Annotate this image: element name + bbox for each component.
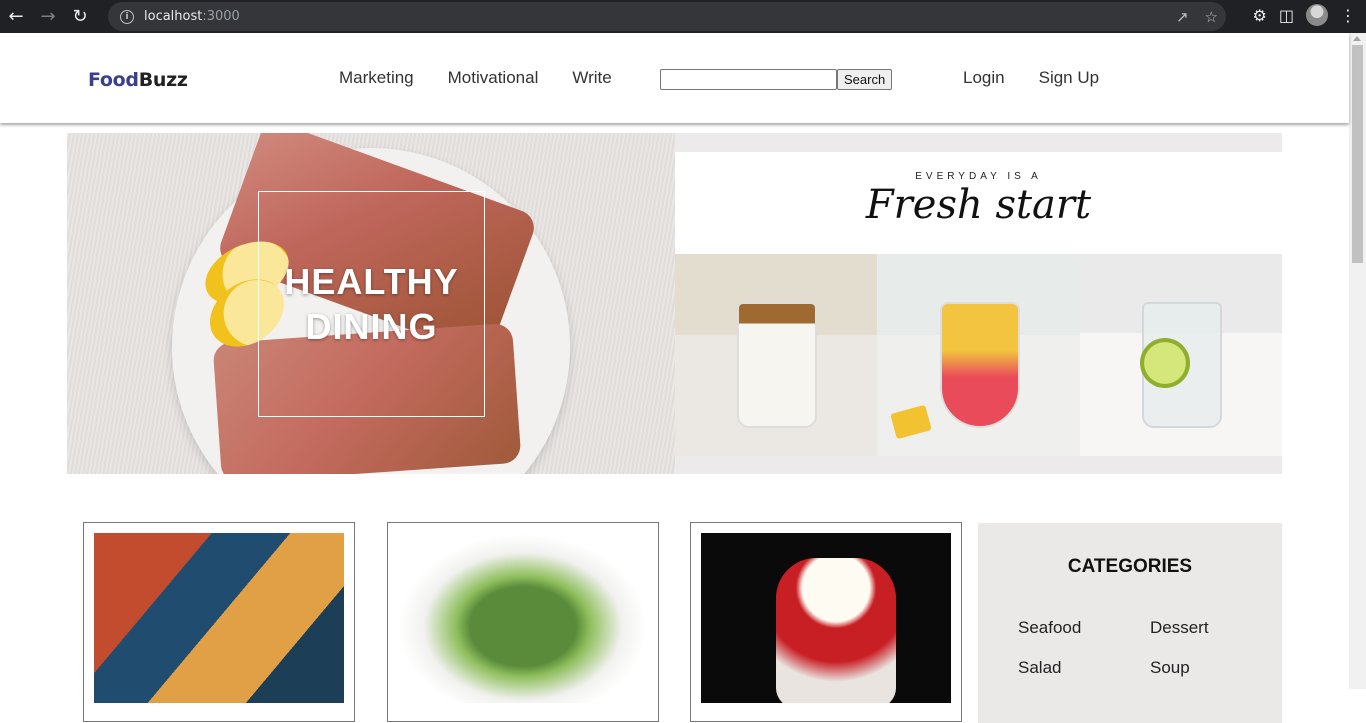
category-dessert[interactable]: Dessert xyxy=(1150,618,1209,638)
categories-title: CATEGORIES xyxy=(1067,556,1193,577)
site-info-icon[interactable]: i xyxy=(120,9,134,24)
url-port: :3000 xyxy=(202,9,240,24)
post-image-salad[interactable] xyxy=(398,533,648,703)
reload-icon[interactable]: ↻ xyxy=(64,0,96,33)
glass-image xyxy=(737,302,817,428)
scrollbar-thumb[interactable] xyxy=(1352,45,1363,263)
hero-title-box: HEALTHY DINING xyxy=(258,191,485,417)
site-header: FoodBuzz Marketing Motivational Write Se… xyxy=(0,33,1349,123)
share-icon[interactable]: ↗ xyxy=(1176,8,1189,26)
logo-food: Food xyxy=(88,69,139,91)
coffee-drink-image xyxy=(675,254,877,456)
url-host: localhost xyxy=(144,9,203,24)
forward-icon[interactable]: → xyxy=(32,0,64,33)
post-card[interactable] xyxy=(83,522,355,722)
lime-image xyxy=(1140,338,1190,388)
category-salad[interactable]: Salad xyxy=(1018,658,1061,678)
menu-item-write[interactable]: Write xyxy=(572,68,611,88)
water-drink-image xyxy=(1080,254,1282,456)
scroll-up-arrow-icon[interactable] xyxy=(1353,36,1361,41)
page-scrollbar[interactable] xyxy=(1349,33,1366,689)
hero-healthy-dining-image: HEALTHY DINING xyxy=(67,133,675,474)
hero-title-line1: HEALTHY xyxy=(284,261,459,302)
menu-item-motivational[interactable]: Motivational xyxy=(448,68,539,88)
tagline-script: Fresh start xyxy=(865,182,1092,228)
smoothie-drink-image xyxy=(878,254,1080,456)
extensions-icon[interactable]: ⚙ xyxy=(1253,6,1267,25)
signup-link[interactable]: Sign Up xyxy=(1039,68,1099,88)
side-panel-icon[interactable]: ◫ xyxy=(1279,6,1294,25)
post-card[interactable] xyxy=(387,522,659,722)
main-menu: Marketing Motivational Write xyxy=(339,68,612,88)
logo-buzz: Buzz xyxy=(138,69,188,91)
profile-avatar[interactable] xyxy=(1306,4,1328,26)
post-image-seafood[interactable] xyxy=(94,533,344,703)
category-seafood[interactable]: Seafood xyxy=(1018,618,1081,638)
categories-panel: CATEGORIES Seafood Dessert Salad Soup xyxy=(978,523,1282,723)
post-card[interactable] xyxy=(690,522,962,722)
menu-item-marketing[interactable]: Marketing xyxy=(339,68,414,88)
hero-fresh-start-image: EVERYDAY IS A Fresh start xyxy=(675,133,1282,474)
hero-title-line2: DINING xyxy=(305,306,438,347)
tagline-top: EVERYDAY IS A xyxy=(915,171,1042,182)
browser-toolbar: ← → ↻ i localhost:3000 ↗ ☆ ⚙ ◫ ⋮ xyxy=(0,0,1366,33)
login-link[interactable]: Login xyxy=(963,68,1005,88)
address-bar[interactable]: i localhost:3000 ↗ ☆ xyxy=(108,2,1226,31)
category-soup[interactable]: Soup xyxy=(1150,658,1190,678)
search-form: Search xyxy=(660,69,893,90)
glass-image xyxy=(940,302,1020,428)
site-logo[interactable]: FoodBuzz xyxy=(88,69,188,91)
search-input[interactable] xyxy=(660,69,837,90)
auth-links: Login Sign Up xyxy=(963,68,1099,88)
bookmark-star-icon[interactable]: ☆ xyxy=(1205,8,1218,26)
menu-kebab-icon[interactable]: ⋮ xyxy=(1340,6,1356,25)
back-icon[interactable]: ← xyxy=(0,0,32,33)
search-button[interactable]: Search xyxy=(837,69,893,90)
dessert-image xyxy=(776,558,896,703)
mango-image xyxy=(890,404,932,440)
post-image-dessert[interactable] xyxy=(701,533,951,703)
